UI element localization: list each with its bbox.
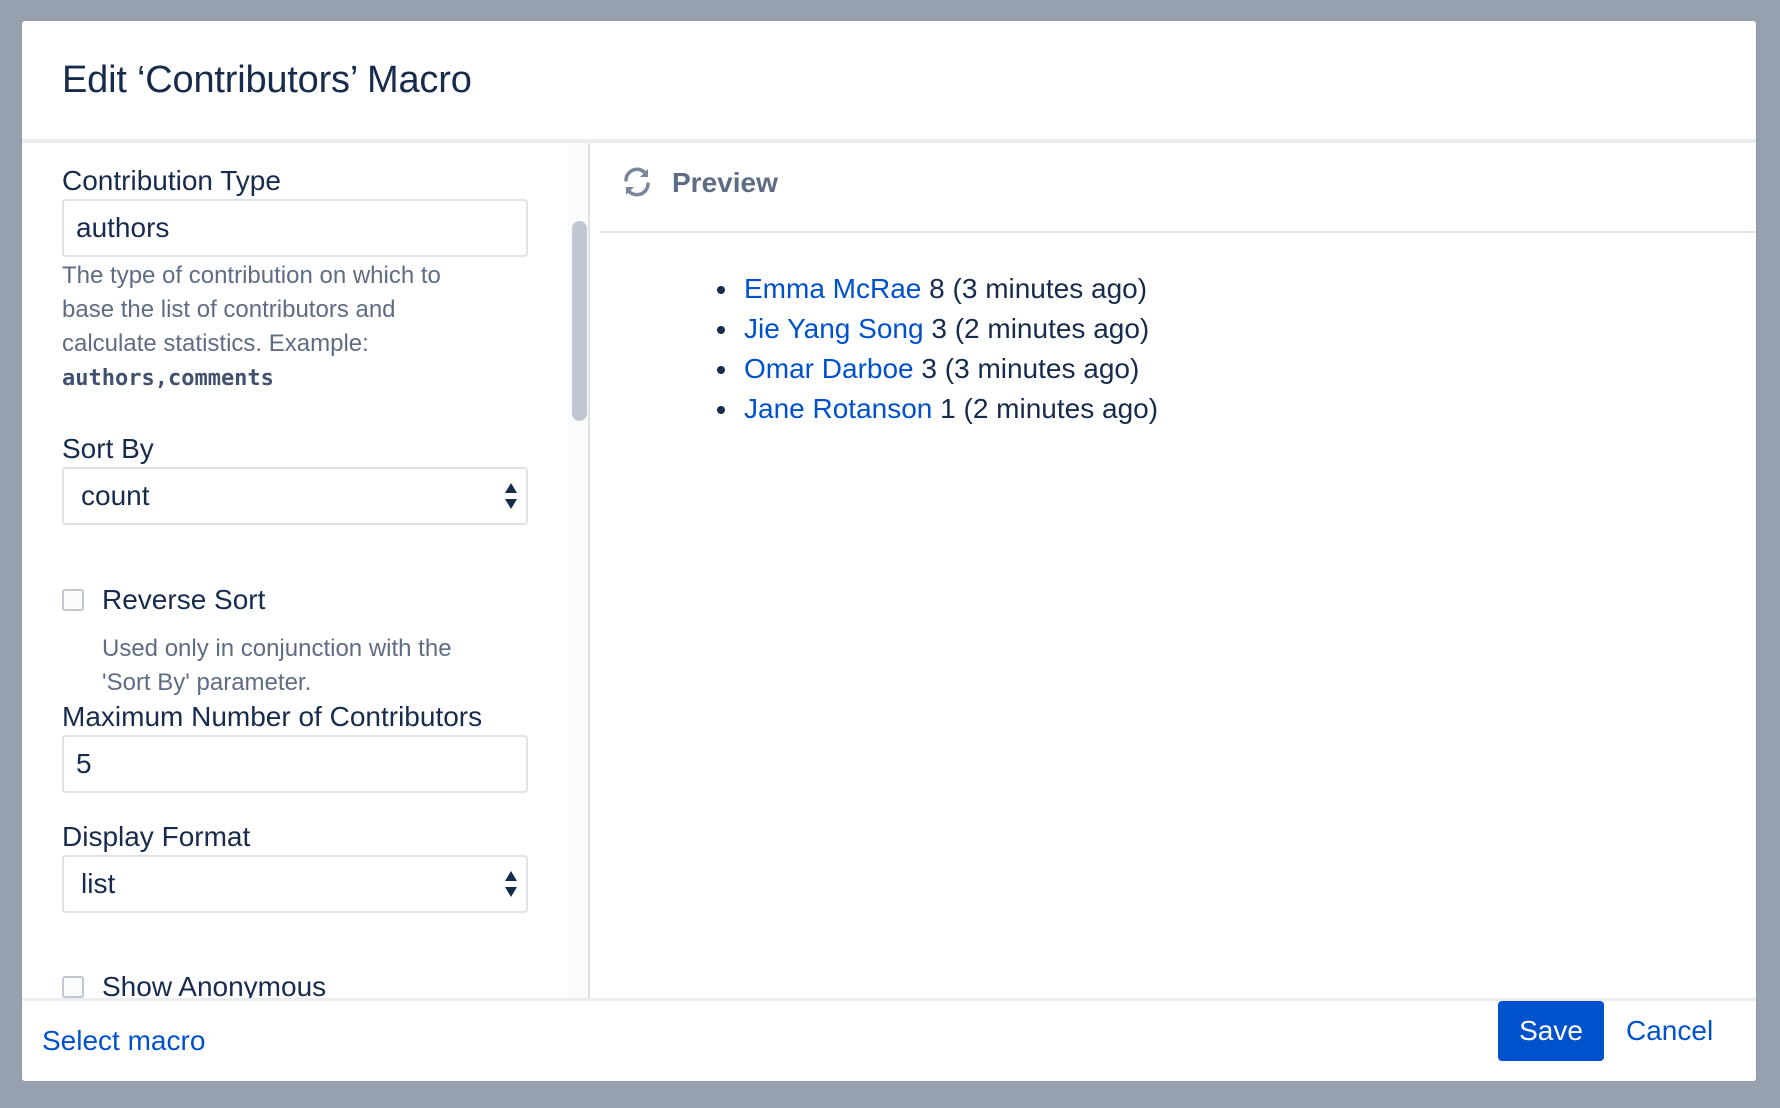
cancel-button[interactable]: Cancel [1626, 1015, 1713, 1047]
show-anonymous-label[interactable]: Show Anonymous [102, 971, 326, 998]
list-item: Emma McRae 8 (3 minutes ago) [740, 269, 1158, 309]
sort-by-value: count [81, 480, 150, 511]
parameters-scrollbar[interactable] [568, 143, 590, 998]
max-contributors-label: Maximum Number of Contributors [62, 701, 483, 732]
reverse-sort-help: Used only in conjunction with the 'Sort … [102, 635, 452, 696]
contributor-link[interactable]: Jie Yang Song [744, 313, 924, 344]
refresh-icon[interactable] [620, 165, 654, 199]
display-format-value: list [81, 868, 116, 899]
contributor-count: 3 [921, 353, 937, 384]
list-item: Omar Darboe 3 (3 minutes ago) [740, 349, 1158, 389]
contributor-count: 8 [929, 273, 945, 304]
select-macro-link[interactable]: Select macro [42, 1025, 205, 1057]
dialog-header: Edit ‘Contributors’ Macro [22, 21, 1756, 139]
contributor-link[interactable]: Omar Darboe [744, 353, 914, 384]
preview-header: Preview [600, 143, 1756, 233]
contributor-time: (2 minutes ago) [954, 313, 1150, 344]
contributor-link[interactable]: Jane Rotanson [744, 393, 932, 424]
macro-parameters-panel: Contribution Type The type of contributi… [22, 143, 568, 998]
contributor-time: (3 minutes ago) [944, 353, 1140, 384]
select-arrows-icon [505, 871, 517, 897]
contributor-count: 1 [940, 393, 956, 424]
reverse-sort-checkbox[interactable] [62, 589, 84, 611]
contribution-type-help-example: authors,comments [62, 366, 274, 391]
contribution-type-help-text: The type of contribution on which to bas… [62, 262, 441, 357]
save-button[interactable]: Save [1498, 1001, 1604, 1061]
show-anonymous-checkbox[interactable] [62, 976, 84, 998]
edit-macro-dialog: Edit ‘Contributors’ Macro Contribution T… [22, 21, 1756, 1081]
preview-title: Preview [672, 167, 778, 198]
dialog-title: Edit ‘Contributors’ Macro [62, 59, 472, 101]
list-item: Jie Yang Song 3 (2 minutes ago) [740, 309, 1158, 349]
contribution-type-label: Contribution Type [62, 165, 281, 196]
contributor-time: (2 minutes ago) [963, 393, 1159, 424]
preview-panel: Preview Emma McRae 8 (3 minutes ago) Jie… [600, 143, 1756, 998]
sort-by-label: Sort By [62, 433, 154, 464]
dialog-footer: Select macro Save Cancel [22, 1001, 1756, 1081]
contributor-count: 3 [931, 313, 947, 344]
contributors-list: Emma McRae 8 (3 minutes ago) Jie Yang So… [696, 269, 1158, 429]
sort-by-select[interactable]: count [62, 467, 528, 525]
reverse-sort-label[interactable]: Reverse Sort [102, 584, 265, 616]
display-format-select[interactable]: list [62, 855, 528, 913]
max-contributors-input[interactable] [62, 735, 528, 793]
list-item: Jane Rotanson 1 (2 minutes ago) [740, 389, 1158, 429]
contribution-type-help: The type of contribution on which to bas… [62, 259, 492, 396]
display-format-label: Display Format [62, 821, 251, 852]
contributor-link[interactable]: Emma McRae [744, 273, 921, 304]
contribution-type-input[interactable] [62, 199, 528, 257]
scrollbar-thumb[interactable] [572, 221, 587, 421]
contributor-time: (3 minutes ago) [952, 273, 1148, 304]
select-arrows-icon [505, 483, 517, 509]
